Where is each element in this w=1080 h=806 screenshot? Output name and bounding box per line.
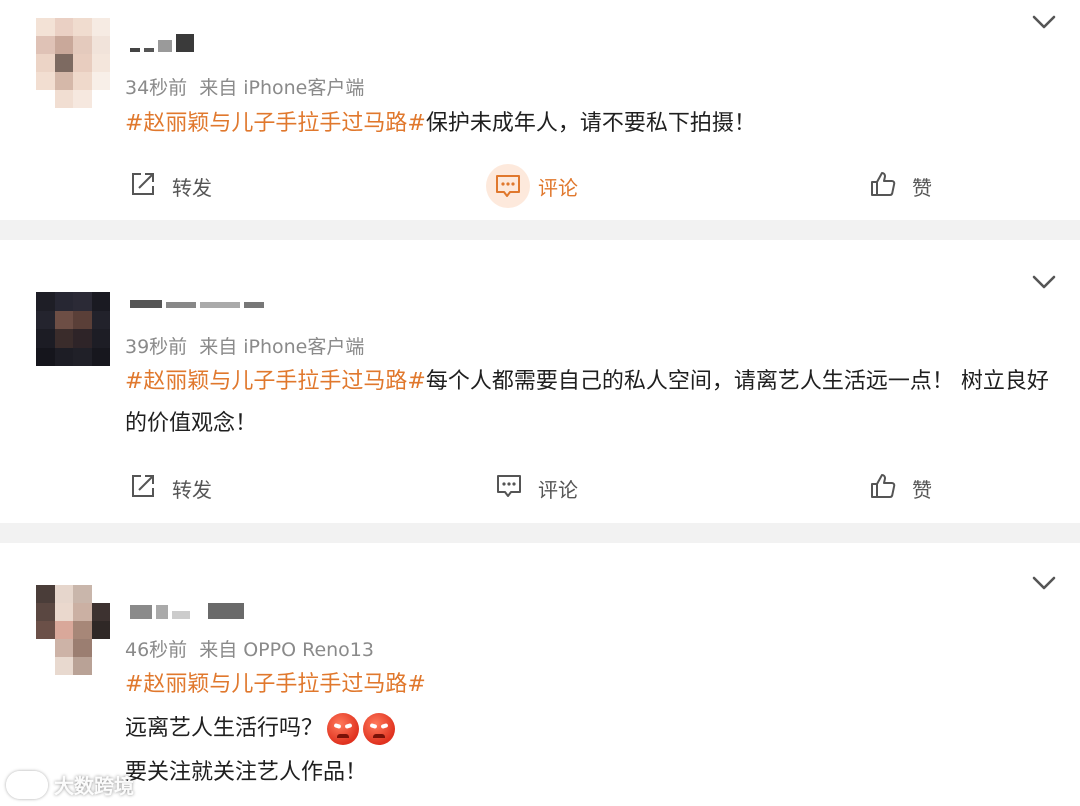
post-line-2: 要关注就关注艺人作品！ <box>125 760 368 785</box>
post-separator <box>0 220 1080 240</box>
repost-button[interactable]: 转发 <box>128 468 212 508</box>
hashtag-link[interactable]: #赵丽颖与儿子手拉手过马路# <box>125 111 426 136</box>
username-redacted[interactable] <box>130 34 194 52</box>
post-time: 34秒前 <box>125 77 188 99</box>
hashtag-link[interactable]: #赵丽颖与儿子手拉手过马路# <box>125 369 426 394</box>
post-source: 来自 iPhone客户端 <box>199 77 365 99</box>
hashtag-link[interactable]: #赵丽颖与儿子手拉手过马路# <box>125 672 426 697</box>
repost-button[interactable]: 转发 <box>128 166 212 206</box>
action-bar: 转发 评论 赞 <box>0 164 1080 208</box>
like-label: 赞 <box>912 175 932 200</box>
comment-label: 评论 <box>538 175 578 200</box>
share-icon <box>128 169 158 204</box>
comment-icon <box>486 164 530 208</box>
thumbs-up-icon <box>868 471 898 506</box>
post-body: 保护未成年人，请不要私下拍摄！ <box>425 111 756 136</box>
angry-face-emoji <box>327 713 360 745</box>
post-text: #赵丽颖与儿子手拉手过马路#保护未成年人，请不要私下拍摄！ <box>125 103 1050 145</box>
watermark-text: 大数跨境 <box>54 774 134 798</box>
post-meta: 34秒前 来自 iPhone客户端 <box>125 73 364 100</box>
post-text: #赵丽颖与儿子手拉手过马路# 远离艺人生活行吗？ 要关注就关注艺人作品！ <box>125 664 1050 794</box>
share-icon <box>128 471 158 506</box>
repost-label: 转发 <box>172 175 212 200</box>
chevron-down-icon[interactable] <box>1030 573 1058 593</box>
thumbs-up-icon <box>868 169 898 204</box>
logo-icon <box>6 770 48 799</box>
post-line-1: 远离艺人生活行吗？ <box>125 716 324 741</box>
post-meta: 39秒前 来自 iPhone客户端 <box>125 332 364 359</box>
comment-button[interactable]: 评论 <box>486 164 578 208</box>
action-bar: 转发 评论 赞 <box>0 468 1080 508</box>
post-separator <box>0 523 1080 543</box>
chevron-down-icon[interactable] <box>1030 272 1058 292</box>
post-source: 来自 iPhone客户端 <box>199 336 365 358</box>
angry-face-emoji <box>363 713 396 745</box>
post-source: 来自 OPPO Reno13 <box>199 639 374 661</box>
avatar[interactable] <box>36 292 110 366</box>
post-time: 39秒前 <box>125 336 188 358</box>
avatar[interactable] <box>36 18 110 108</box>
post-meta: 46秒前 来自 OPPO Reno13 <box>125 635 374 662</box>
post-card-2: 39秒前 来自 iPhone客户端 #赵丽颖与儿子手拉手过马路#每个人都需要自己的… <box>0 240 1080 523</box>
comment-label: 评论 <box>538 477 578 502</box>
like-button[interactable]: 赞 <box>868 166 932 206</box>
watermark: 大数跨境 <box>6 770 134 799</box>
chevron-down-icon[interactable] <box>1030 12 1058 32</box>
comment-icon <box>494 471 524 506</box>
repost-label: 转发 <box>172 477 212 502</box>
like-button[interactable]: 赞 <box>868 468 932 508</box>
post-card-3: 46秒前 来自 OPPO Reno13 #赵丽颖与儿子手拉手过马路# 远离艺人生活… <box>0 543 1080 806</box>
username-redacted[interactable] <box>130 292 264 308</box>
post-time: 46秒前 <box>125 639 188 661</box>
post-card-1: 34秒前 来自 iPhone客户端 #赵丽颖与儿子手拉手过马路#保护未成年人，请不… <box>0 0 1080 220</box>
username-redacted[interactable] <box>130 603 244 619</box>
like-label: 赞 <box>912 477 932 502</box>
comment-button[interactable]: 评论 <box>494 468 578 508</box>
post-text: #赵丽颖与儿子手拉手过马路#每个人都需要自己的私人空间，请离艺人生活远一点！ 树… <box>125 361 1050 445</box>
avatar[interactable] <box>36 585 110 675</box>
